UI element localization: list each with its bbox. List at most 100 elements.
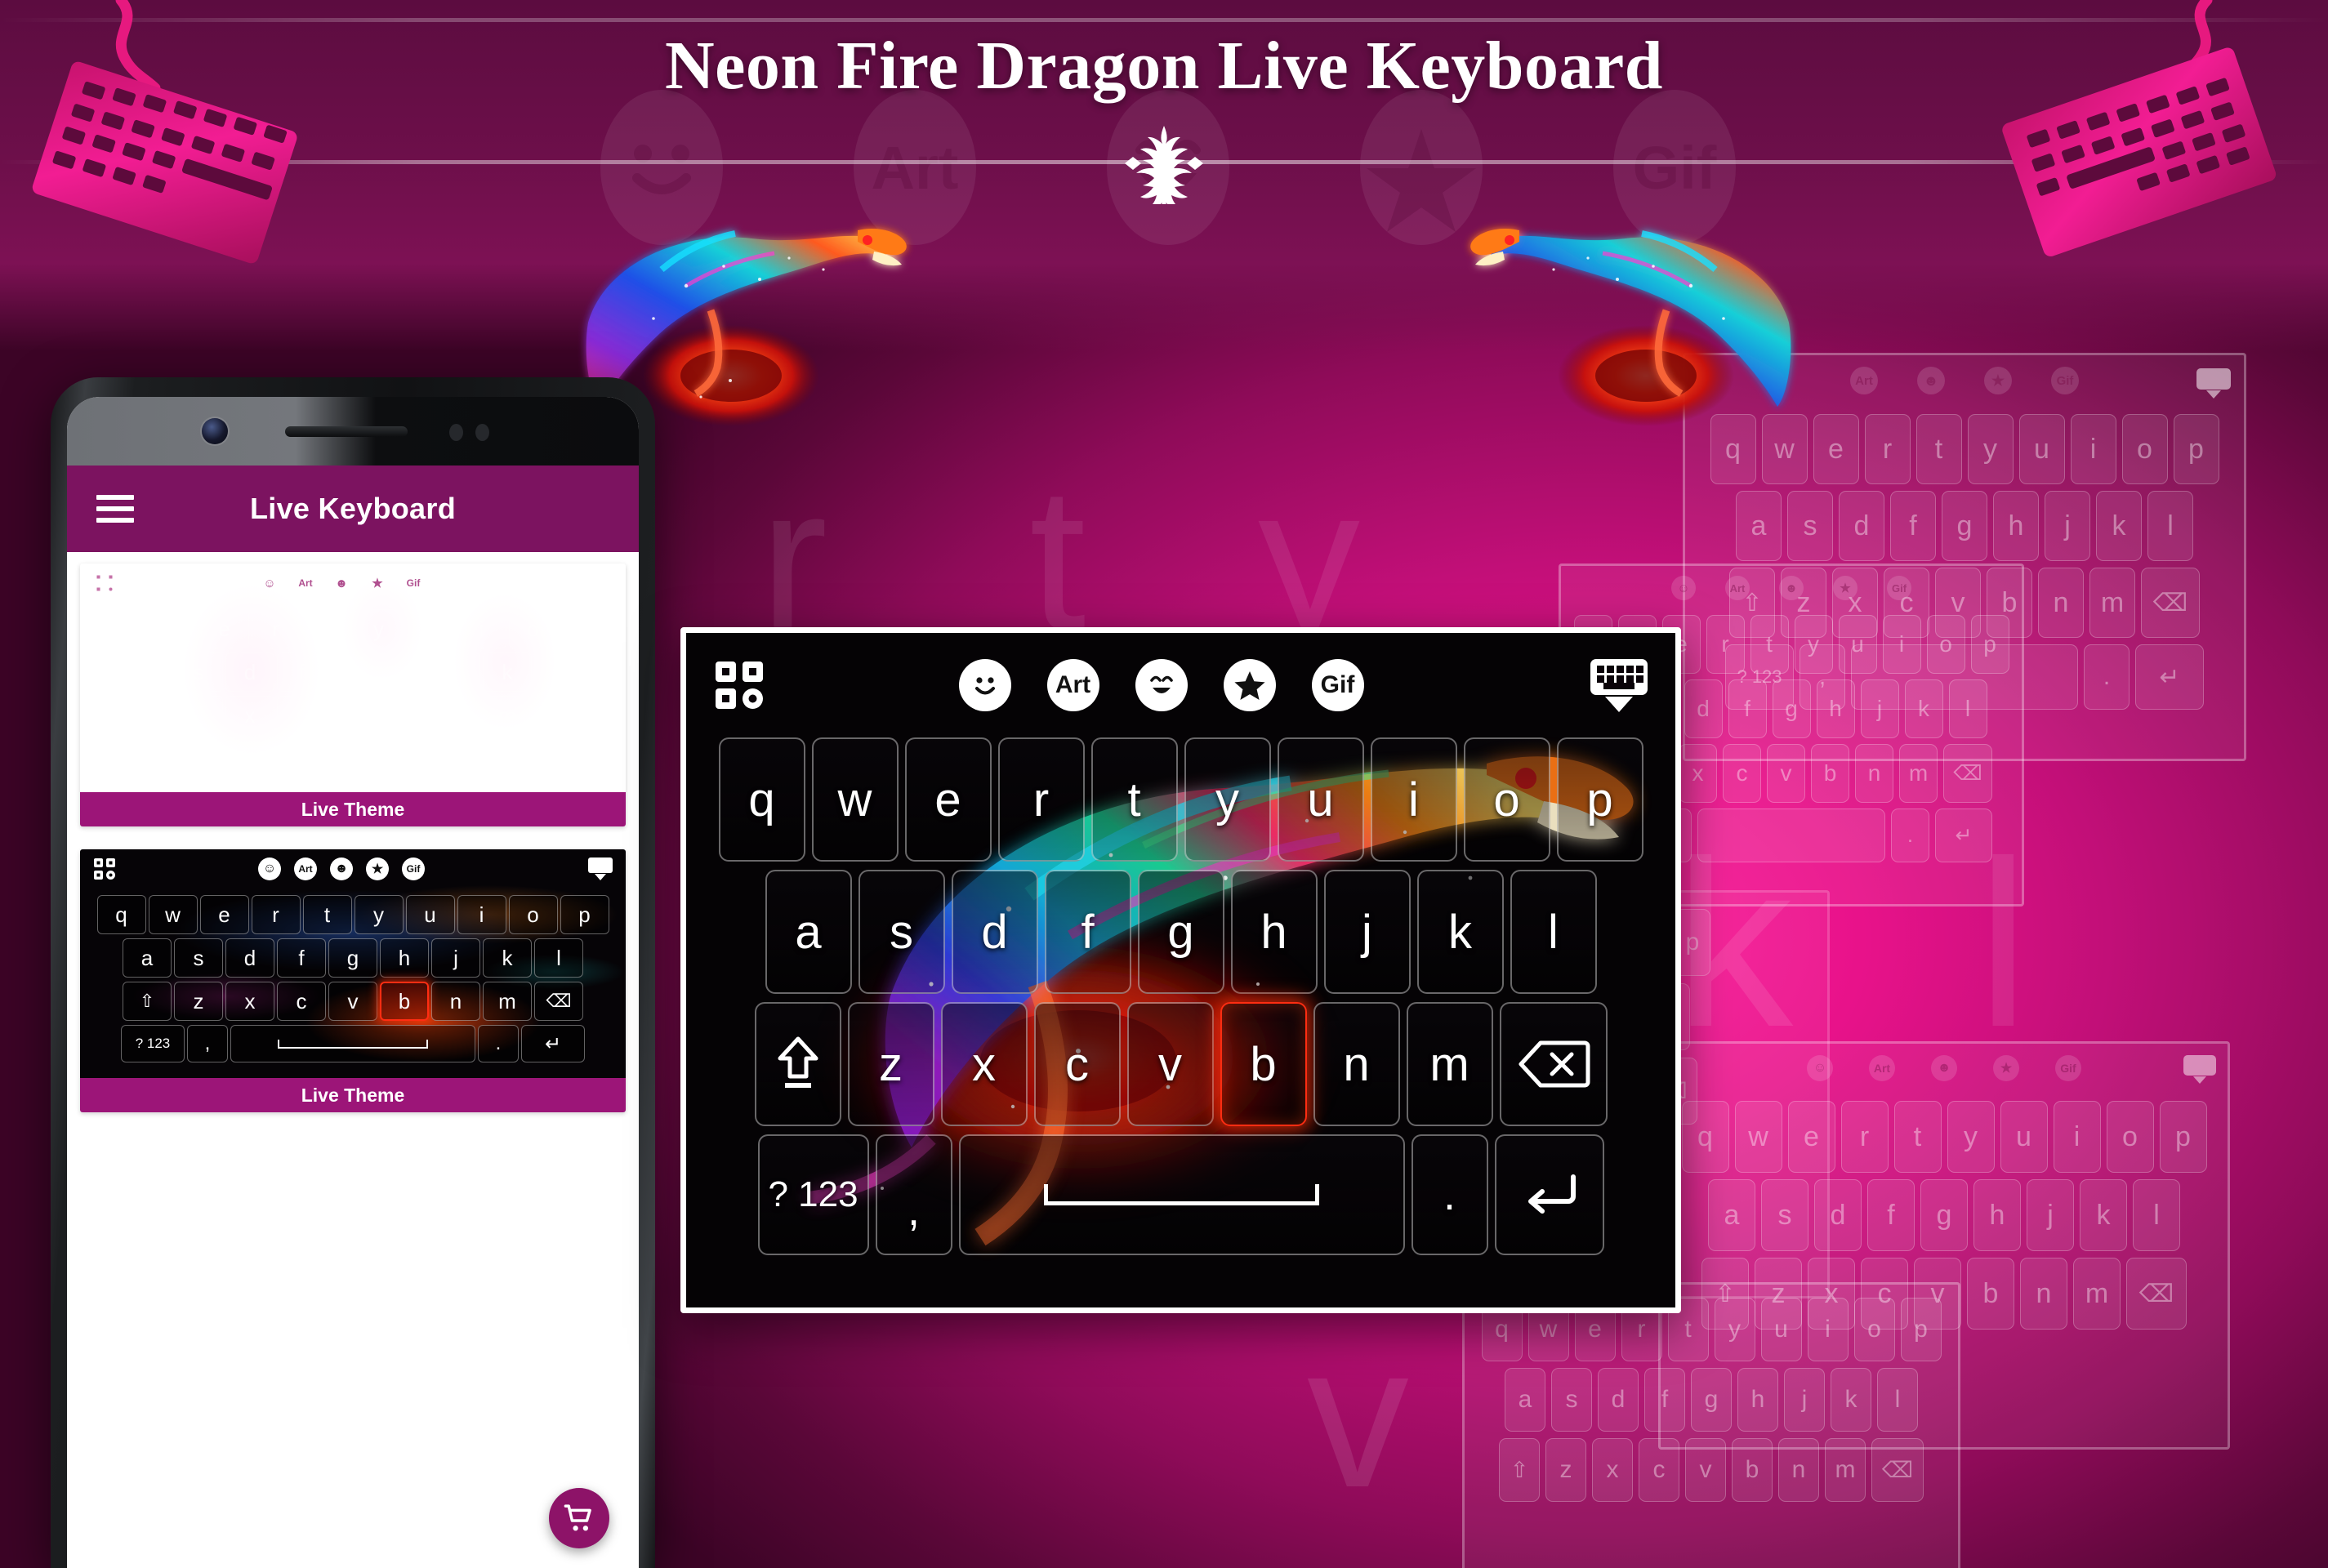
key-l[interactable]: l <box>1510 870 1597 994</box>
preview-key: n <box>431 982 480 1021</box>
key-k[interactable]: k <box>1416 870 1504 994</box>
hide-keyboard-icon[interactable] <box>1590 658 1648 712</box>
preview-key: k <box>483 653 532 692</box>
key-comma[interactable]: , <box>875 1134 952 1255</box>
preview-enter-key: ↵ <box>521 1025 585 1062</box>
apps-grid-icon <box>93 858 116 880</box>
key-r[interactable]: r <box>997 737 1085 862</box>
laughing-icon: ☻ <box>330 572 353 595</box>
key-d[interactable]: d <box>951 870 1038 994</box>
preview-period-key: . <box>478 739 519 777</box>
keyboard-row-1: q w e r t y u i o p <box>693 737 1669 862</box>
key-g[interactable]: g <box>1137 870 1224 994</box>
preview-key: p <box>560 895 609 934</box>
key-space[interactable] <box>958 1134 1405 1255</box>
key-e[interactable]: e <box>904 737 992 862</box>
preview-key: t <box>302 895 352 934</box>
preview-key: k <box>483 938 532 978</box>
preview-backspace-key: ⌫ <box>534 982 583 1021</box>
key-shift[interactable] <box>754 1002 841 1126</box>
art-chip[interactable]: Art <box>1046 659 1099 711</box>
key-w[interactable]: w <box>811 737 899 862</box>
key-z[interactable]: z <box>847 1002 934 1126</box>
art-chip: Art <box>294 572 317 595</box>
preview-key: p <box>560 609 609 648</box>
preview-key: v <box>328 982 377 1021</box>
key-period[interactable]: . <box>1411 1134 1488 1255</box>
app-bar-title: Live Keyboard <box>250 492 456 525</box>
ghost-chip: ☻ <box>1779 576 1804 600</box>
background-ghost-keyboard-4: q w e r t y u i o p a s d f g h j k l ⇧ … <box>1462 1282 1960 1568</box>
preview-key: e <box>199 895 249 934</box>
watermark-letter: v <box>1307 1302 1409 1530</box>
key-i[interactable]: i <box>1370 737 1457 862</box>
preview-key: r <box>251 895 301 934</box>
laughing-icon: ☻ <box>330 858 353 880</box>
ghost-chip: ★ <box>1984 367 2012 394</box>
preview-key: i <box>457 609 506 648</box>
hamburger-menu-icon[interactable] <box>96 495 134 523</box>
phone-bezel <box>67 397 639 466</box>
key-t[interactable]: t <box>1090 737 1178 862</box>
preview-key: t <box>302 609 352 648</box>
preview-key: a <box>123 938 172 978</box>
key-y[interactable]: y <box>1184 737 1271 862</box>
preview-key: f <box>277 653 326 692</box>
star-icon: ★ <box>366 572 389 595</box>
key-x[interactable]: x <box>940 1002 1028 1126</box>
theme-card-list: ☺ Art ☻ ★ Gif q w e r t y u i o p a s d … <box>67 552 639 1568</box>
key-m[interactable]: m <box>1406 1002 1493 1126</box>
preview-space-key <box>230 739 475 777</box>
theme-card-label: Live Theme <box>80 792 626 826</box>
apps-grid-icon <box>93 572 116 595</box>
light-sensor <box>475 424 489 441</box>
preview-key: r <box>251 609 301 648</box>
preview-key: y <box>354 609 404 648</box>
earpiece-speaker <box>285 426 408 437</box>
preview-key: u <box>405 609 455 648</box>
key-b[interactable]: b <box>1220 1002 1307 1126</box>
star-icon[interactable] <box>1223 659 1276 711</box>
key-a[interactable]: a <box>765 870 852 994</box>
key-o[interactable]: o <box>1463 737 1550 862</box>
key-h[interactable]: h <box>1230 870 1318 994</box>
ghost-chip: ★ <box>1833 576 1857 600</box>
theme-card[interactable]: ☺ Art ☻ ★ Gif q w e r t y u i o p a s d … <box>80 564 626 826</box>
key-s[interactable]: s <box>858 870 945 994</box>
key-u[interactable]: u <box>1277 737 1364 862</box>
key-c[interactable]: c <box>1033 1002 1121 1126</box>
key-f[interactable]: f <box>1044 870 1131 994</box>
main-keyboard-preview[interactable]: Art Gif q w e r t y u i o p a s d f g h … <box>680 627 1681 1313</box>
preview-key: q <box>96 609 146 648</box>
key-v[interactable]: v <box>1126 1002 1214 1126</box>
key-p[interactable]: p <box>1556 737 1643 862</box>
key-enter[interactable] <box>1494 1134 1604 1255</box>
front-camera-icon <box>202 418 228 444</box>
preview-key: q <box>96 895 146 934</box>
keyboard-rows: q w e r t y u i o p a s d f g h j k l z … <box>686 737 1675 1263</box>
preview-period-key: . <box>478 1025 519 1062</box>
art-chip: Art <box>294 858 317 880</box>
shopping-cart-fab[interactable] <box>549 1488 609 1548</box>
banner-hairline-top <box>0 18 2328 22</box>
ghost-chip: Art <box>1725 576 1750 600</box>
preview-shift-key: ⇧ <box>123 982 172 1021</box>
key-q[interactable]: q <box>718 737 805 862</box>
gif-chip[interactable]: Gif <box>1311 659 1364 711</box>
preview-key: z <box>174 696 223 735</box>
key-backspace[interactable] <box>1499 1002 1608 1126</box>
key-j[interactable]: j <box>1323 870 1411 994</box>
gif-chip: Gif <box>402 858 425 880</box>
apps-grid-icon[interactable] <box>714 660 765 710</box>
key-numeric[interactable]: ? 123 <box>757 1134 869 1255</box>
preview-key: g <box>328 653 377 692</box>
smiley-icon[interactable] <box>958 659 1011 711</box>
laughing-icon[interactable] <box>1135 659 1188 711</box>
preview-key: f <box>277 938 326 978</box>
key-n[interactable]: n <box>1313 1002 1400 1126</box>
preview-key: a <box>123 653 172 692</box>
preview-comma-key: , <box>187 1025 228 1062</box>
keyboard-row-2: a s d f g h j k l <box>693 870 1669 994</box>
proximity-sensor <box>449 424 463 441</box>
theme-card[interactable]: ☺ Art ☻ ★ Gif q w e r t y u i o p a s d … <box>80 849 626 1112</box>
